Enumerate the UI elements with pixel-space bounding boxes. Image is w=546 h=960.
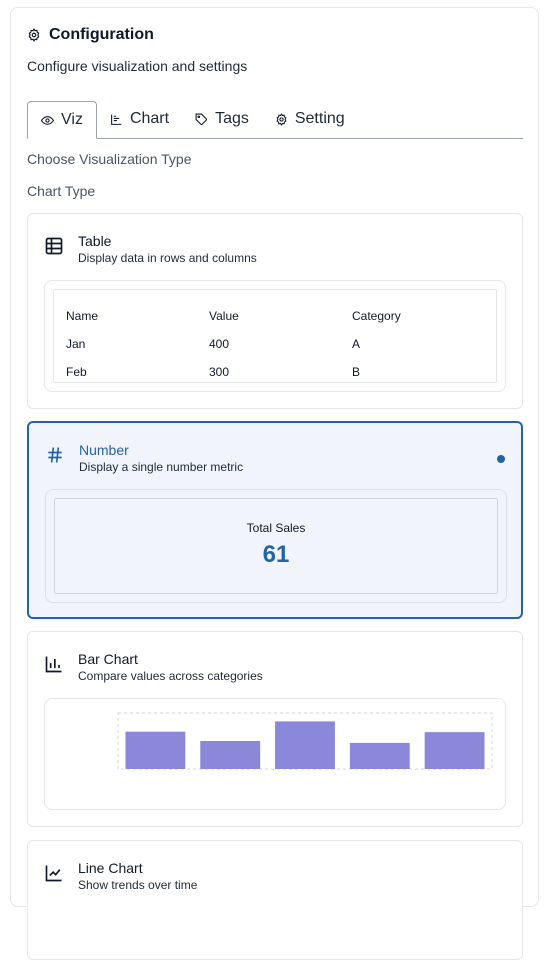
bar-chart-preview: [44, 698, 506, 810]
bar: [125, 731, 186, 769]
bar: [424, 732, 485, 769]
table-option-card[interactable]: Table Display data in rows and columns N…: [27, 213, 523, 409]
tab-viz[interactable]: Viz: [27, 101, 97, 139]
bar-chart-option-title: Bar Chart: [78, 651, 138, 667]
table-cell: Feb: [66, 365, 87, 379]
bar: [275, 721, 335, 769]
panel-header: Configuration Configure visualization an…: [27, 26, 247, 74]
table-cell: B: [352, 365, 361, 379]
table-row: Feb 300 B: [66, 358, 495, 386]
hash-icon: [48, 447, 62, 463]
table-option-description: Display data in rows and columns: [78, 251, 257, 265]
table-preview-inner: Name Value Category Jan 400 A Feb 300 B: [53, 289, 497, 383]
table-row: Jan 400 A: [66, 330, 495, 358]
line-chart-option-description: Show trends over time: [78, 878, 198, 892]
number-option-title: Number: [79, 442, 129, 458]
line-chart-option-card[interactable]: Line Chart Show trends over time: [27, 840, 523, 960]
table-cell: 300: [209, 365, 230, 379]
selected-indicator: [497, 455, 505, 463]
tab-setting-label: Setting: [294, 110, 345, 127]
table-cell: 400: [209, 337, 230, 351]
bar: [200, 741, 261, 769]
bar-chart-option-description: Compare values across categories: [78, 669, 263, 683]
table-cell: A: [352, 337, 361, 351]
tab-bar: Viz Chart Tags Setting: [27, 101, 523, 139]
chart-type-label: Chart Type: [27, 183, 96, 199]
sample-table: Name Value Category Jan 400 A Feb 300 B: [66, 302, 495, 386]
number-option-card[interactable]: Number Display a single number metric To…: [27, 421, 523, 619]
column-header: Category: [352, 309, 401, 323]
table-icon: [45, 237, 63, 255]
metric-value: 61: [262, 541, 290, 568]
gear-icon: [276, 112, 287, 126]
table-header-row: Name Value Category: [66, 302, 495, 330]
tab-tags[interactable]: Tags: [182, 100, 262, 138]
gear-icon: [28, 28, 40, 42]
column-header: Value: [209, 309, 239, 323]
bar-chart-option-card[interactable]: Bar Chart Compare values across categori…: [27, 631, 523, 827]
bar-chart-svg: [117, 712, 493, 770]
table-cell: Jan: [66, 337, 86, 351]
number-option-description: Display a single number metric: [79, 460, 244, 474]
tab-tags-label: Tags: [215, 110, 249, 127]
number-preview: Total Sales 61: [45, 489, 507, 603]
eye-icon: [41, 115, 54, 125]
chart-icon: [111, 114, 122, 125]
section-label: Choose Visualization Type: [27, 151, 192, 167]
line-chart-option-title: Line Chart: [78, 860, 143, 876]
tag-icon: [195, 113, 208, 125]
number-preview-inner: Total Sales 61: [54, 498, 498, 594]
table-preview: Name Value Category Jan 400 A Feb 300 B: [44, 280, 506, 392]
tab-setting[interactable]: Setting: [262, 100, 358, 138]
configuration-panel: Configuration Configure visualization an…: [10, 7, 539, 960]
table-option-title: Table: [78, 233, 112, 249]
line-chart-icon: [45, 865, 62, 882]
page-subtitle: Configure visualization and settings: [27, 58, 248, 74]
tab-chart-label: Chart: [129, 110, 170, 127]
page-title: Configuration: [49, 26, 154, 43]
column-header: Name: [66, 309, 99, 323]
bar: [349, 742, 410, 769]
tab-viz-label: Viz: [61, 111, 83, 128]
metric-label: Total Sales: [246, 521, 306, 535]
tab-chart[interactable]: Chart: [97, 100, 182, 138]
bar-chart-icon: [45, 656, 62, 673]
